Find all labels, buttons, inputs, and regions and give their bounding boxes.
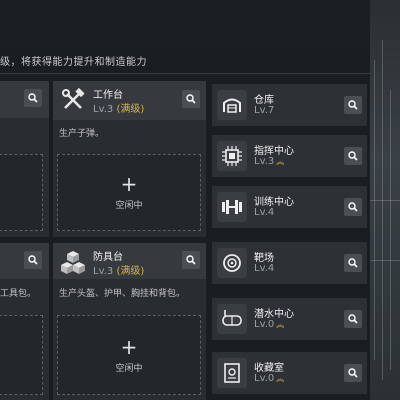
- background-scenery: [370, 0, 400, 400]
- collection-icon: [217, 358, 247, 388]
- facility-diving-center[interactable]: 潜水中心 Lv.0 ︽: [212, 298, 367, 340]
- facility-level: Lv.3 ︽: [254, 156, 284, 167]
- facility-name: 训练中心: [254, 197, 294, 208]
- diving-mask-icon: [217, 304, 247, 334]
- search-icon: [348, 100, 358, 110]
- search-icon: [28, 255, 38, 265]
- upgrade-chevron-icon: ︽: [276, 320, 285, 329]
- left-card-description: 工具包。: [0, 289, 37, 299]
- cubes-icon: [59, 248, 87, 276]
- facility-level-value: Lv.0: [254, 373, 275, 384]
- facility-search-button[interactable]: [344, 198, 362, 216]
- search-icon: [28, 93, 38, 103]
- facility-name: 收藏室: [254, 363, 284, 374]
- facility-name: 靶场: [254, 253, 274, 264]
- upgrade-chevron-icon: ︽: [276, 157, 285, 166]
- armory-level: Lv.3 (满级): [93, 262, 144, 277]
- dumbbell-icon: [217, 192, 247, 222]
- armory-description: 生产头盔、护甲、胸挂和背包。: [59, 289, 186, 299]
- target-icon: [217, 248, 247, 278]
- workbench-search-button[interactable]: [182, 90, 200, 108]
- facility-level: Lv.0 ︽: [254, 319, 284, 330]
- facility-level: Lv.4: [254, 263, 275, 274]
- armory-title: 防具台: [93, 252, 123, 263]
- workbench-description: 生产子弹。: [59, 129, 105, 139]
- armory-slot-label: 空闲中: [115, 363, 143, 374]
- armory-search-button[interactable]: [182, 251, 200, 269]
- upgrade-chevron-icon: ︽: [276, 374, 285, 383]
- workbench-title: 工作台: [93, 90, 123, 101]
- workbench-slot-label: 空闲中: [115, 201, 143, 211]
- facility-search-button[interactable]: [344, 147, 362, 165]
- plus-icon: +: [120, 172, 138, 196]
- facility-search-button[interactable]: [344, 254, 362, 272]
- hint-text: 级，将获得能力提升和制造能力: [0, 57, 147, 68]
- search-button[interactable]: [24, 251, 42, 269]
- divider: [0, 73, 370, 74]
- search-button[interactable]: [24, 89, 42, 107]
- left-slot-top[interactable]: [0, 154, 43, 231]
- facility-level: Lv.7: [254, 105, 275, 116]
- armory-card[interactable]: 防具台 Lv.3 (满级) 生产头盔、护甲、胸挂和背包。 + 空闲中: [53, 243, 206, 400]
- top-bar: [0, 0, 400, 46]
- facility-name: 潜水中心: [254, 309, 294, 320]
- plus-icon: +: [120, 334, 138, 359]
- search-icon: [348, 258, 358, 268]
- armory-maxed-badge: (满级): [116, 266, 145, 277]
- workbench-level: Lv.3 (满级): [93, 100, 144, 115]
- facility-warehouse[interactable]: 仓库 Lv.7: [212, 84, 367, 126]
- left-card-bottom[interactable]: 工具包。: [0, 243, 49, 400]
- facility-level: Lv.0 ︽: [254, 373, 284, 384]
- facility-search-button[interactable]: [344, 310, 362, 328]
- warehouse-icon: [217, 90, 247, 120]
- workbench-slot[interactable]: + 空闲中: [57, 154, 201, 231]
- facility-level-value: Lv.3: [254, 156, 275, 167]
- workbench-level-value: Lv.3: [93, 104, 114, 115]
- search-icon: [186, 94, 196, 104]
- armory-slot[interactable]: + 空闲中: [57, 315, 201, 395]
- search-icon: [348, 314, 358, 324]
- facility-collection-room[interactable]: 收藏室 Lv.0 ︽: [212, 352, 367, 394]
- search-icon: [348, 202, 358, 212]
- facility-name: 指挥中心: [254, 146, 294, 157]
- search-icon: [348, 368, 358, 378]
- search-icon: [186, 255, 196, 265]
- armory-level-value: Lv.3: [93, 266, 114, 277]
- facility-search-button[interactable]: [344, 96, 362, 114]
- facility-search-button[interactable]: [344, 364, 362, 382]
- wrench-hammer-icon: [59, 86, 87, 114]
- chip-icon: [217, 141, 247, 171]
- facility-shooting-range[interactable]: 靶场 Lv.4: [212, 242, 367, 284]
- left-slot-bottom[interactable]: [0, 315, 43, 395]
- facility-level: Lv.4: [254, 207, 275, 218]
- facility-command-center[interactable]: 指挥中心 Lv.3 ︽: [212, 135, 367, 177]
- search-icon: [348, 151, 358, 161]
- left-card-top[interactable]: [0, 81, 49, 237]
- facility-training-center[interactable]: 训练中心 Lv.4: [212, 186, 367, 228]
- workbench-card[interactable]: 工作台 Lv.3 (满级) 生产子弹。 + 空闲中: [53, 81, 206, 237]
- facility-name: 仓库: [254, 95, 274, 106]
- workbench-maxed-badge: (满级): [116, 104, 145, 115]
- facility-level-value: Lv.0: [254, 319, 275, 330]
